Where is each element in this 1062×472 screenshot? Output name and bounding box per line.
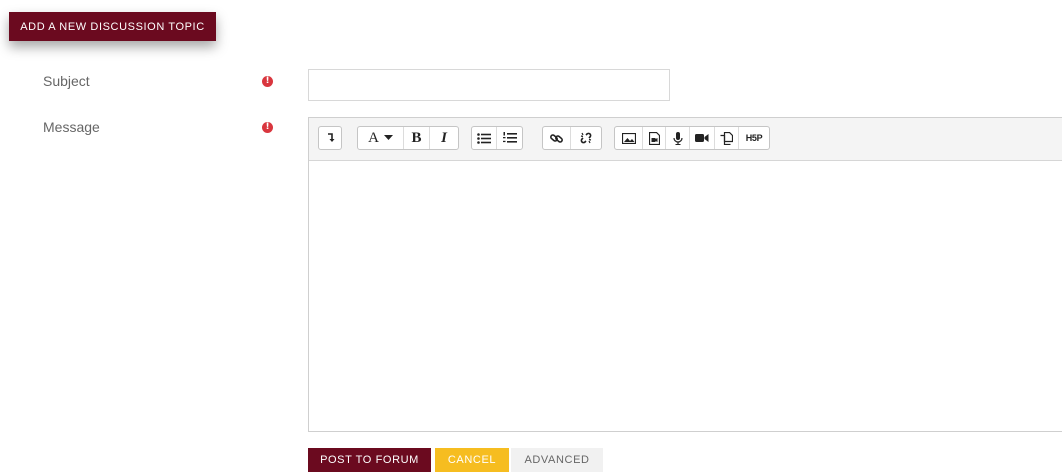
toolbar-group-collapse — [318, 126, 342, 150]
message-textarea[interactable] — [309, 161, 1062, 431]
toolbar-group-lists — [471, 126, 523, 150]
message-editor: A B I H5P — [308, 117, 1062, 432]
add-discussion-topic-button[interactable]: ADD A NEW DISCUSSION TOPIC — [9, 12, 216, 41]
post-to-forum-button[interactable]: POST TO FORUM — [308, 448, 431, 472]
italic-icon[interactable]: I — [430, 127, 458, 149]
toolbar-group-links — [542, 126, 602, 150]
cancel-button[interactable]: CANCEL — [435, 448, 509, 472]
unlink-icon[interactable] — [571, 127, 601, 149]
ordered-list-icon[interactable] — [497, 127, 522, 149]
subject-input[interactable] — [308, 69, 670, 101]
link-icon[interactable] — [543, 127, 571, 149]
font-style-label: A — [368, 129, 379, 146]
show-more-icon[interactable] — [319, 127, 341, 149]
record-audio-icon[interactable] — [666, 127, 690, 149]
toolbar-group-style: A B I — [357, 126, 459, 150]
unordered-list-icon[interactable] — [472, 127, 497, 149]
advanced-button[interactable]: ADVANCED — [511, 448, 603, 472]
required-icon: ! — [262, 122, 273, 133]
image-icon[interactable] — [615, 127, 643, 149]
record-video-icon[interactable] — [690, 127, 715, 149]
editor-toolbar: A B I H5P — [309, 118, 1062, 161]
media-icon[interactable] — [643, 127, 666, 149]
subject-label: Subject — [43, 73, 90, 89]
message-label: Message — [43, 119, 100, 135]
h5p-icon[interactable]: H5P — [739, 127, 769, 149]
toolbar-group-media: H5P — [614, 126, 770, 150]
required-icon: ! — [262, 76, 273, 87]
manage-files-icon[interactable] — [715, 127, 739, 149]
font-color-icon[interactable]: A — [358, 127, 404, 149]
bold-icon[interactable]: B — [404, 127, 430, 149]
